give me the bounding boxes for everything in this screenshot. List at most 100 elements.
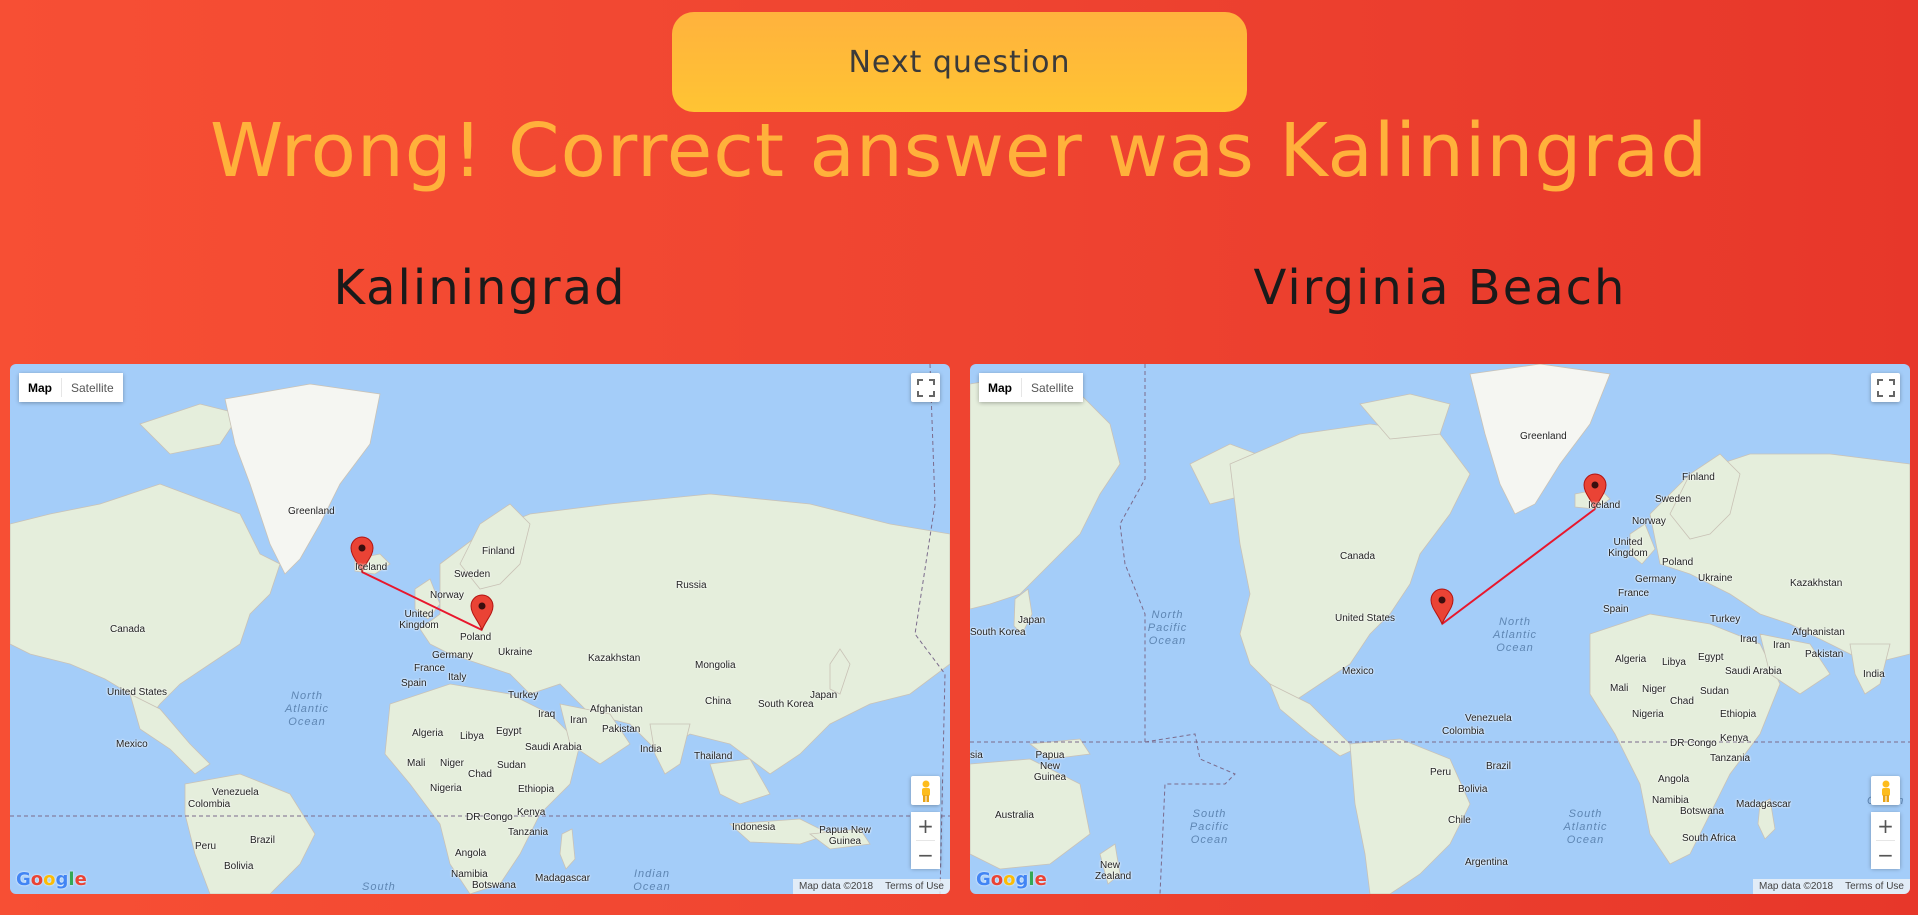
map-label: Algeria	[412, 728, 444, 739]
map-label: Egypt	[1698, 652, 1724, 663]
map-label: Spain	[1603, 604, 1629, 615]
map-label: Kenya	[517, 807, 546, 818]
pegman-icon	[1881, 780, 1890, 802]
map-label: Turkey	[1710, 614, 1741, 625]
map-label: Greenland	[1520, 431, 1567, 442]
map-label: Turkey	[508, 690, 539, 701]
map-label: Germany	[432, 650, 474, 661]
map-label: Venezuela	[1465, 713, 1512, 724]
ocean-label: South Pacific Ocean	[1189, 808, 1230, 846]
map-label: Chad	[1670, 696, 1694, 707]
map-label: Angola	[455, 848, 487, 859]
map-label: Finland	[482, 546, 515, 557]
map-label: Chile	[1448, 815, 1471, 826]
map-label: Kazakhstan	[1790, 578, 1843, 589]
map-label: Poland	[460, 632, 492, 643]
map-label: Pakistan	[1805, 649, 1844, 660]
map-label: United States	[107, 687, 168, 698]
map-label: Iceland	[1588, 500, 1621, 511]
map-label: France	[1618, 588, 1650, 599]
map-label: Germany	[1635, 574, 1677, 585]
fullscreen-icon	[1876, 378, 1895, 397]
map-label: United States	[1335, 613, 1396, 624]
map-right-terrain	[970, 364, 1910, 894]
map-label: India	[1863, 669, 1885, 680]
map-label: Venezuela	[212, 787, 259, 798]
map-label: Iran	[1773, 640, 1791, 651]
map-label: Egypt	[496, 726, 522, 737]
zoom-control: + −	[911, 812, 940, 869]
map-label: Bolivia	[1458, 784, 1488, 795]
ocean-label: South Atlantic Ocean	[1563, 808, 1608, 846]
zoom-in-button[interactable]: +	[1871, 812, 1900, 840]
map-label: India	[640, 744, 662, 755]
city-title-right: Virginia Beach	[1253, 260, 1627, 316]
map-label: Colombia	[1442, 726, 1485, 737]
map-label: Colombia	[188, 799, 231, 810]
terms-of-use-link[interactable]: Terms of Use	[1839, 879, 1910, 894]
map-label: Botswana	[1680, 806, 1724, 817]
map-label: Kazakhstan	[588, 653, 641, 664]
map-right-route	[1441, 508, 1596, 625]
map-label: Libya	[460, 731, 484, 742]
map-label: sia	[970, 750, 983, 761]
map-label: Bolivia	[224, 861, 254, 872]
map-label: South Korea	[970, 627, 1026, 638]
map-type-control: Map Satellite	[19, 373, 123, 402]
map-label: New Zealand	[1095, 860, 1132, 882]
map-label: Greenland	[288, 506, 335, 517]
map-label: Peru	[195, 841, 217, 852]
map-label: Spain	[401, 678, 427, 689]
zoom-out-button[interactable]: −	[1871, 841, 1900, 869]
map-type-satellite-button[interactable]: Satellite	[62, 373, 123, 402]
map-label: Tanzania	[1710, 753, 1751, 764]
map-label: Namibia	[451, 869, 488, 880]
map-label: Nigeria	[430, 783, 462, 794]
google-logo[interactable]: Google	[16, 869, 87, 890]
map-label: Papua New Guinea	[1033, 750, 1067, 783]
zoom-out-button[interactable]: −	[911, 841, 940, 869]
map-label: Iraq	[1740, 634, 1758, 645]
map-label: Mali	[407, 758, 426, 769]
fullscreen-button[interactable]	[1871, 373, 1900, 402]
map-label: Chad	[468, 769, 492, 780]
map-label: Pakistan	[602, 724, 641, 735]
pegman-button[interactable]	[1871, 776, 1900, 805]
ocean-label: North Pacific Ocean	[1147, 609, 1188, 647]
map-label: Nigeria	[1632, 709, 1664, 720]
map-label: Sudan	[1700, 686, 1729, 697]
fullscreen-button[interactable]	[911, 373, 940, 402]
map-attribution: Map data ©2018 Terms of Use	[1753, 879, 1910, 894]
ocean-label: North Atlantic Ocean	[284, 690, 330, 728]
google-logo[interactable]: Google	[976, 869, 1047, 890]
map-label: Argentina	[1465, 857, 1508, 868]
zoom-in-button[interactable]: +	[911, 812, 940, 840]
map-label: Libya	[1662, 657, 1686, 668]
pegman-button[interactable]	[911, 776, 940, 805]
next-question-button[interactable]: Next question	[672, 12, 1247, 112]
map-data-text: Map data ©2018	[799, 881, 874, 892]
map-label: Russia	[676, 580, 707, 591]
fullscreen-icon	[916, 378, 935, 397]
map-label: Kenya	[1720, 733, 1749, 744]
map-label: Tanzania	[508, 827, 549, 838]
ocean-label: Indian Ocean	[633, 868, 671, 893]
map-type-map-button[interactable]: Map	[19, 373, 61, 402]
map-label: Finland	[1682, 472, 1715, 483]
map-label: Sweden	[1655, 494, 1692, 505]
map-type-control: Map Satellite	[979, 373, 1083, 402]
map-label: Norway	[430, 590, 464, 601]
map-label: United Kingdom	[399, 609, 439, 631]
map-label: United Kingdom	[1608, 537, 1648, 559]
map-label: Norway	[1632, 516, 1666, 527]
map-attribution: Map data ©2018 Terms of Use	[793, 879, 950, 894]
map-label: Canada	[1340, 551, 1376, 562]
map-right[interactable]: Greenland Iceland Finland Sweden Norway …	[970, 364, 1910, 894]
map-type-satellite-button[interactable]: Satellite	[1022, 373, 1083, 402]
map-left[interactable]: Greenland Iceland Finland Sweden Norway …	[10, 364, 950, 894]
result-message: Wrong! Correct answer was Kaliningrad	[209, 108, 1709, 194]
map-type-map-button[interactable]: Map	[979, 373, 1021, 402]
terms-of-use-link[interactable]: Terms of Use	[879, 879, 950, 894]
map-label: Japan	[810, 690, 838, 701]
map-label: Japan	[1018, 615, 1046, 626]
